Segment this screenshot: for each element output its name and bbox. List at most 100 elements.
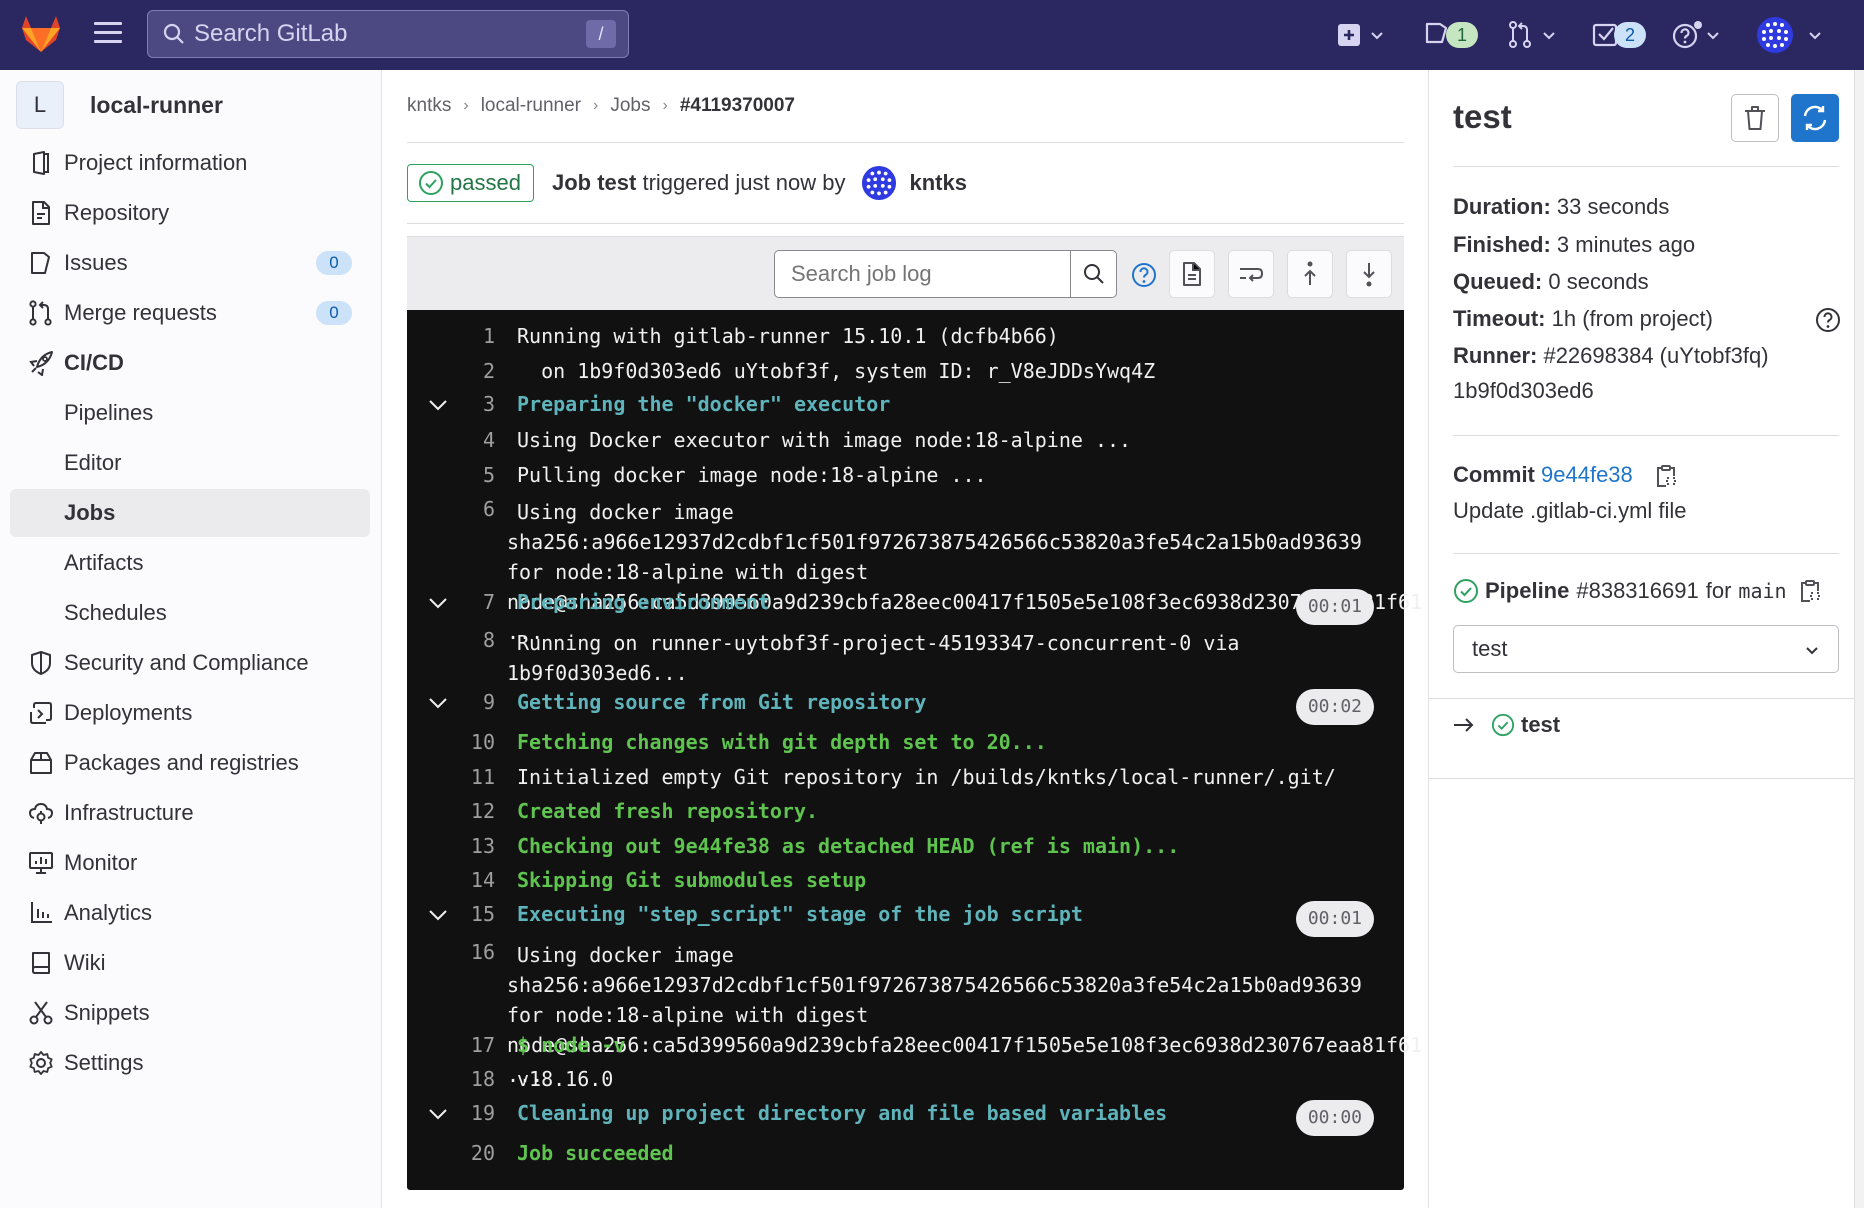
breadcrumb-item[interactable]: Jobs — [610, 95, 650, 117]
log-line-number[interactable]: 4 — [455, 428, 495, 452]
todos-nav-button[interactable]: 2 — [1592, 0, 1646, 70]
page-scrollbar[interactable] — [1854, 70, 1864, 1208]
menu-toggle-button[interactable] — [94, 22, 122, 46]
status-badge[interactable]: passed — [407, 164, 534, 202]
create-new-button[interactable] — [1338, 0, 1384, 70]
merge-requests-nav-button[interactable] — [1508, 0, 1556, 70]
left-sidebar: L local-runner Project information Repos… — [0, 70, 382, 1208]
pipeline-id-link[interactable]: #838316691 — [1576, 578, 1698, 604]
scroll-to-bottom-button[interactable] — [1346, 250, 1392, 298]
scroll-to-top-button[interactable] — [1287, 250, 1333, 298]
log-line-number[interactable]: 9 — [455, 690, 495, 714]
help-nav-button[interactable] — [1672, 0, 1720, 70]
job-log-search-button[interactable] — [1070, 251, 1116, 297]
sidebar-item-pipelines[interactable]: Pipelines — [10, 389, 370, 437]
commit-sha-link[interactable]: 9e44fe38 — [1541, 462, 1633, 487]
gitlab-logo-icon[interactable] — [20, 14, 62, 54]
rocket-icon — [29, 351, 53, 376]
job-finished: Finished: 3 minutes ago — [1453, 232, 1696, 257]
log-line-number[interactable]: 17 — [455, 1033, 495, 1057]
job-log-search-input[interactable] — [775, 252, 1073, 296]
section-duration-badge: 00:01 — [1295, 901, 1374, 937]
copy-icon[interactable] — [1799, 579, 1821, 603]
sidebar-item-infrastructure[interactable]: Infrastructure — [10, 789, 370, 837]
status-success-icon — [419, 171, 443, 195]
sidebar-item-packages-registries[interactable]: Packages and registries — [10, 739, 370, 787]
stage-dropdown[interactable]: test — [1453, 625, 1839, 673]
log-line-text: Preparing environment — [517, 590, 770, 614]
job-log[interactable]: 1 Running with gitlab-runner 15.10.1 (dcf… — [407, 310, 1422, 1190]
chevron-down-icon[interactable] — [427, 1103, 449, 1125]
sidebar-item-repository[interactable]: Repository — [10, 189, 370, 237]
user-avatar[interactable] — [861, 165, 897, 201]
user-menu-button[interactable] — [1756, 0, 1822, 70]
global-search-input[interactable]: Search GitLab / — [147, 10, 629, 58]
job-header: passed Job test triggered just now by kn… — [407, 164, 967, 202]
sidebar-item-editor[interactable]: Editor — [10, 439, 370, 487]
toggle-wrap-button[interactable] — [1228, 250, 1274, 298]
sidebar-item-project-information[interactable]: Project information — [10, 139, 370, 187]
log-line-number[interactable]: 12 — [455, 799, 495, 823]
sidebar-item-wiki[interactable]: Wiki — [10, 939, 370, 987]
search-shortcut-hint: / — [586, 20, 616, 48]
project-header-link[interactable]: L local-runner — [16, 80, 223, 130]
erase-job-button[interactable] — [1731, 94, 1779, 142]
sidebar-item-analytics[interactable]: Analytics — [10, 889, 370, 937]
sidebar-item-artifacts[interactable]: Artifacts — [10, 539, 370, 587]
log-line-number[interactable]: 19 — [455, 1101, 495, 1125]
chevron-down-icon — [1543, 32, 1555, 40]
sidebar-item-schedules[interactable]: Schedules — [10, 589, 370, 637]
log-line-number[interactable]: 13 — [455, 834, 495, 858]
show-raw-button[interactable] — [1169, 250, 1215, 298]
chevron-down-icon[interactable] — [427, 592, 449, 614]
trigger-user-link[interactable]: kntks — [909, 170, 966, 196]
section-duration-badge: 00:00 — [1295, 1100, 1374, 1136]
chevron-down-icon[interactable] — [427, 394, 449, 416]
chevron-down-icon[interactable] — [427, 692, 449, 714]
commit-info: Commit 9e44fe38 — [1453, 462, 1677, 488]
sidebar-item-security-compliance[interactable]: Security and Compliance — [10, 639, 370, 687]
pipeline-ref-link[interactable]: main — [1738, 579, 1786, 603]
issues-icon — [31, 252, 50, 274]
stage-job-link[interactable]: test — [1453, 712, 1560, 738]
search-icon — [163, 23, 184, 44]
divider — [1453, 553, 1839, 554]
issues-nav-button[interactable]: 1 — [1424, 0, 1478, 70]
sidebar-item-ci-cd[interactable]: CI/CD — [10, 339, 370, 387]
log-line-number[interactable]: 16 — [455, 940, 495, 964]
chevron-down-icon[interactable] — [427, 904, 449, 926]
divider — [1453, 435, 1839, 436]
help-icon[interactable] — [1131, 262, 1157, 288]
breadcrumb-current[interactable]: #4119370007 — [680, 95, 795, 117]
sidebar-item-deployments[interactable]: Deployments — [10, 689, 370, 737]
log-line-number[interactable]: 7 — [455, 590, 495, 614]
log-line-number[interactable]: 14 — [455, 868, 495, 892]
log-line-number[interactable]: 18 — [455, 1067, 495, 1091]
help-icon[interactable] — [1815, 307, 1841, 333]
log-line-number[interactable]: 11 — [455, 765, 495, 789]
sidebar-item-jobs[interactable]: Jobs — [10, 489, 370, 537]
log-line-number[interactable]: 2 — [455, 359, 495, 383]
issues-count-badge: 0 — [316, 251, 352, 275]
sidebar-item-monitor[interactable]: Monitor — [10, 839, 370, 887]
log-line-number[interactable]: 20 — [455, 1141, 495, 1165]
breadcrumb-item[interactable]: kntks — [407, 95, 451, 117]
log-line-number[interactable]: 6 — [455, 497, 495, 521]
todos-count-badge: 2 — [1614, 22, 1646, 48]
log-line-number[interactable]: 10 — [455, 730, 495, 754]
breadcrumb-item[interactable]: local-runner — [481, 95, 581, 117]
retry-job-button[interactable] — [1791, 94, 1839, 142]
log-line-number[interactable]: 15 — [455, 902, 495, 926]
copy-icon[interactable] — [1655, 464, 1677, 488]
log-line-number[interactable]: 5 — [455, 463, 495, 487]
pipeline-info: Pipeline #838316691 for main — [1453, 578, 1821, 604]
sidebar-item-settings[interactable]: Settings — [10, 1039, 370, 1087]
sidebar-item-snippets[interactable]: Snippets — [10, 989, 370, 1037]
sidebar-item-issues[interactable]: Issues 0 — [10, 239, 370, 287]
log-line-number[interactable]: 1 — [455, 324, 495, 348]
log-line-number[interactable]: 8 — [455, 628, 495, 652]
search-icon — [1083, 264, 1104, 284]
log-line-number[interactable]: 3 — [455, 392, 495, 416]
sidebar-item-merge-requests[interactable]: Merge requests 0 — [10, 289, 370, 337]
divider — [1429, 698, 1855, 699]
